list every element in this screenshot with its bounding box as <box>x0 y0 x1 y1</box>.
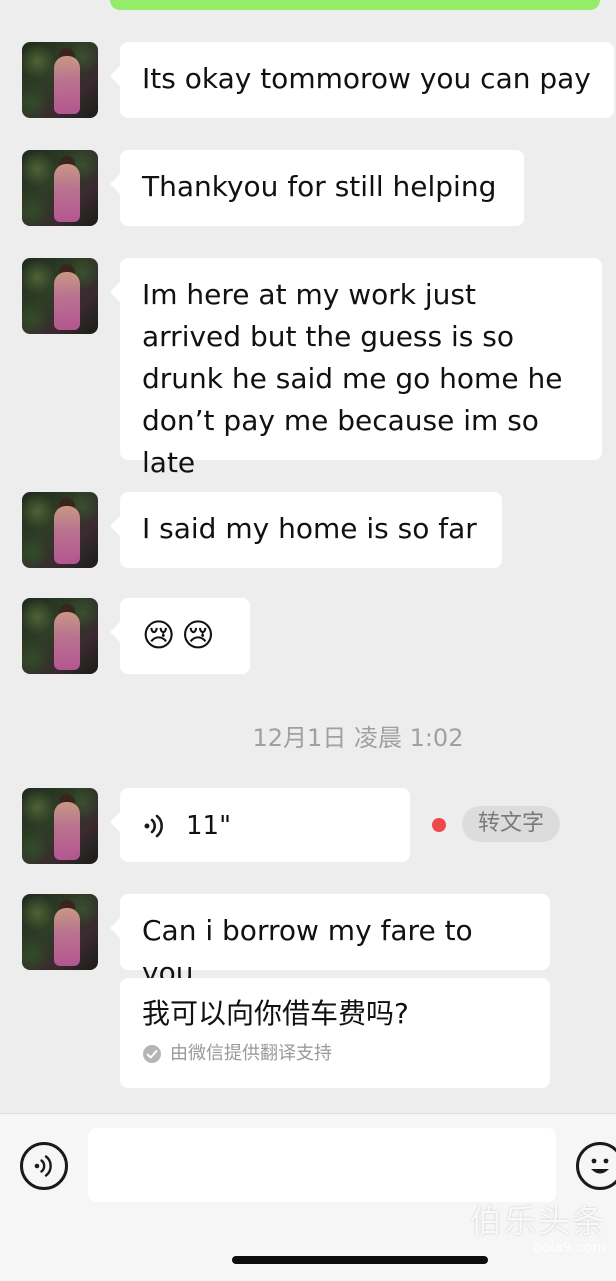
message-text: Im here at my work just arrived but the … <box>142 278 563 479</box>
translation-text: 我可以向你借车费吗? <box>142 997 409 1030</box>
crying-emoji: 😢😢 <box>142 616 221 654</box>
contact-avatar[interactable] <box>22 42 98 118</box>
message-input[interactable] <box>88 1128 556 1202</box>
message-bubble[interactable]: Can i borrow my fare to you <box>110 894 550 989</box>
watermark-logo: 伯乐头条 <box>469 1202 606 1240</box>
emoji-icon <box>591 1158 609 1174</box>
message-bubble[interactable]: Im here at my work just arrived but the … <box>110 258 602 479</box>
message-bubble[interactable]: Thankyou for still helping <box>110 150 524 226</box>
contact-avatar[interactable] <box>22 492 98 568</box>
message-bubble[interactable]: 😢😢 <box>110 598 250 674</box>
message-bubble[interactable]: Its okay tommorow you can pay <box>110 42 614 118</box>
message-bubble[interactable]: I said my home is so far <box>110 492 502 568</box>
home-indicator[interactable] <box>232 1256 488 1264</box>
contact-avatar[interactable] <box>22 598 98 674</box>
contact-avatar[interactable] <box>22 258 98 334</box>
previous-sent-bubble-edge <box>110 0 600 10</box>
contact-avatar[interactable] <box>22 788 98 864</box>
unread-dot <box>432 818 446 832</box>
translation-note-text: 由微信提供翻译支持 <box>170 1043 332 1064</box>
voice-duration: 11" <box>186 811 232 841</box>
message-text: Thankyou for still helping <box>142 170 497 203</box>
emoji-button[interactable] <box>576 1142 616 1190</box>
voice-input-button[interactable] <box>20 1142 68 1190</box>
watermark-url: bola9.com <box>532 1240 606 1256</box>
timestamp: 12月1日 凌晨 1:02 <box>252 724 464 752</box>
translation-note: 由微信提供翻译支持 <box>142 1042 528 1066</box>
voice-message-bubble[interactable]: 11" <box>110 788 410 862</box>
check-circle-icon <box>143 1045 161 1063</box>
convert-to-text-button[interactable]: 转文字 <box>462 806 561 842</box>
voice-wave-icon <box>144 814 163 838</box>
message-text: Its okay tommorow you can pay <box>142 62 591 95</box>
message-text: I said my home is so far <box>142 512 477 545</box>
translation-bubble[interactable]: 我可以向你借车费吗? 由微信提供翻译支持 <box>120 978 550 1088</box>
voice-icon <box>34 1155 52 1177</box>
contact-avatar[interactable] <box>22 894 98 970</box>
contact-avatar[interactable] <box>22 150 98 226</box>
